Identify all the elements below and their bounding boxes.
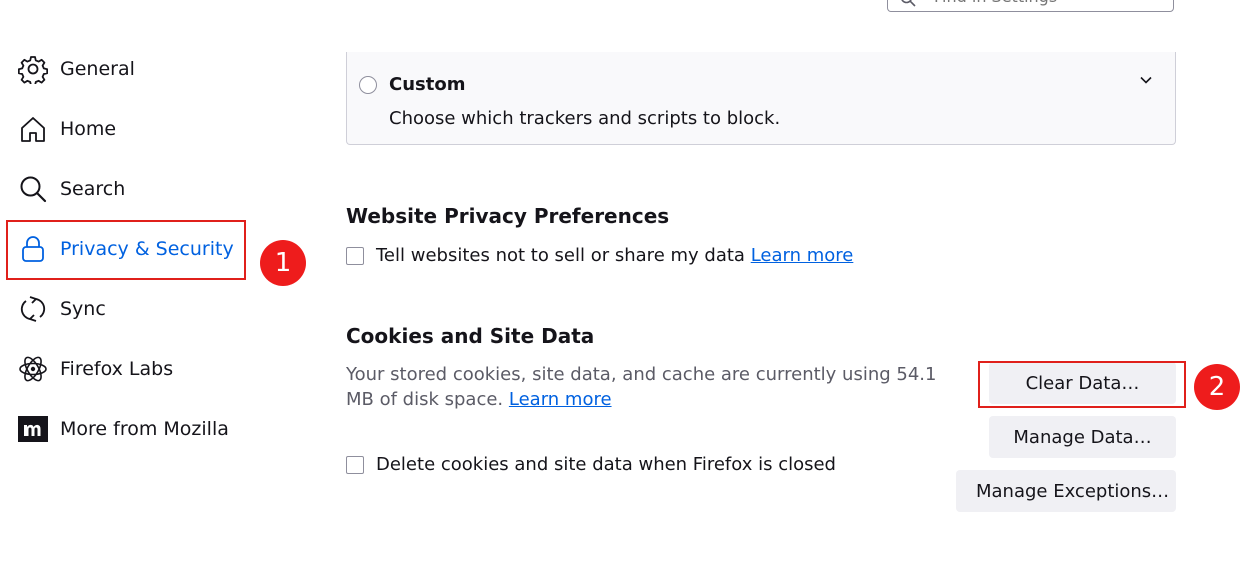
sidebar-item-home[interactable]: Home [18,111,116,147]
sync-icon [18,294,48,324]
sidebar-item-label: Privacy & Security [60,238,234,260]
atom-icon [18,354,48,384]
sidebar-item-sync[interactable]: Sync [18,291,106,327]
cookies-heading: Cookies and Site Data [346,324,595,348]
search-icon [18,174,48,204]
sidebar-item-general[interactable]: General [18,51,135,87]
learn-more-link[interactable]: Learn more [751,245,854,266]
gpc-checkbox-row: Tell websites not to sell or share my da… [346,245,853,266]
gear-icon [18,54,48,84]
sidebar-item-label: Sync [60,298,106,320]
delete-cookies-row: Delete cookies and site data when Firefo… [346,454,836,475]
gpc-checkbox-label[interactable]: Tell websites not to sell or share my da… [376,245,745,266]
delete-cookies-checkbox[interactable] [346,455,364,474]
manage-exceptions-button[interactable]: Manage Exceptions… [956,470,1176,512]
sidebar-item-label: Firefox Labs [60,358,174,380]
home-icon [18,114,48,144]
mozilla-icon [18,414,48,444]
sidebar-item-label: General [60,58,135,80]
delete-cookies-label[interactable]: Delete cookies and site data when Firefo… [376,454,836,475]
settings-page: General Home Search [0,0,1247,567]
sidebar-item-label: Home [60,118,117,140]
custom-title: Custom [389,74,466,95]
sidebar-item-label: Search [60,178,126,200]
annotation-badge-1: 1 [260,240,306,286]
sidebar-item-label: More from Mozilla [60,418,229,440]
manage-data-button[interactable]: Manage Data… [989,416,1176,458]
sidebar-item-firefox-labs[interactable]: Firefox Labs [18,351,173,387]
custom-radio[interactable] [359,76,377,94]
clear-data-button[interactable]: Clear Data… [989,362,1176,404]
chevron-down-icon[interactable] [1139,72,1153,91]
search-icon [900,0,916,11]
cookies-usage-text: Your stored cookies, site data, and cach… [346,364,937,410]
sidebar-item-search[interactable]: Search [18,171,125,207]
sidebar-item-privacy-security[interactable]: Privacy & Security [18,231,234,267]
settings-search-input[interactable] [932,0,1156,7]
settings-search-box[interactable] [887,0,1174,12]
custom-tracking-option[interactable]: Custom Choose which trackers and scripts… [346,52,1176,145]
website-privacy-heading: Website Privacy Preferences [346,204,670,228]
lock-icon [18,234,48,264]
sidebar: General Home Search Privacy & Security S… [0,0,306,567]
annotation-badge-2: 2 [1194,364,1240,410]
sidebar-item-more-from-mozilla[interactable]: More from Mozilla [18,411,229,447]
gpc-checkbox[interactable] [346,246,364,265]
cookies-description: Your stored cookies, site data, and cach… [346,362,946,412]
cookies-learn-more-link[interactable]: Learn more [509,389,612,410]
custom-description: Choose which trackers and scripts to blo… [389,108,781,129]
